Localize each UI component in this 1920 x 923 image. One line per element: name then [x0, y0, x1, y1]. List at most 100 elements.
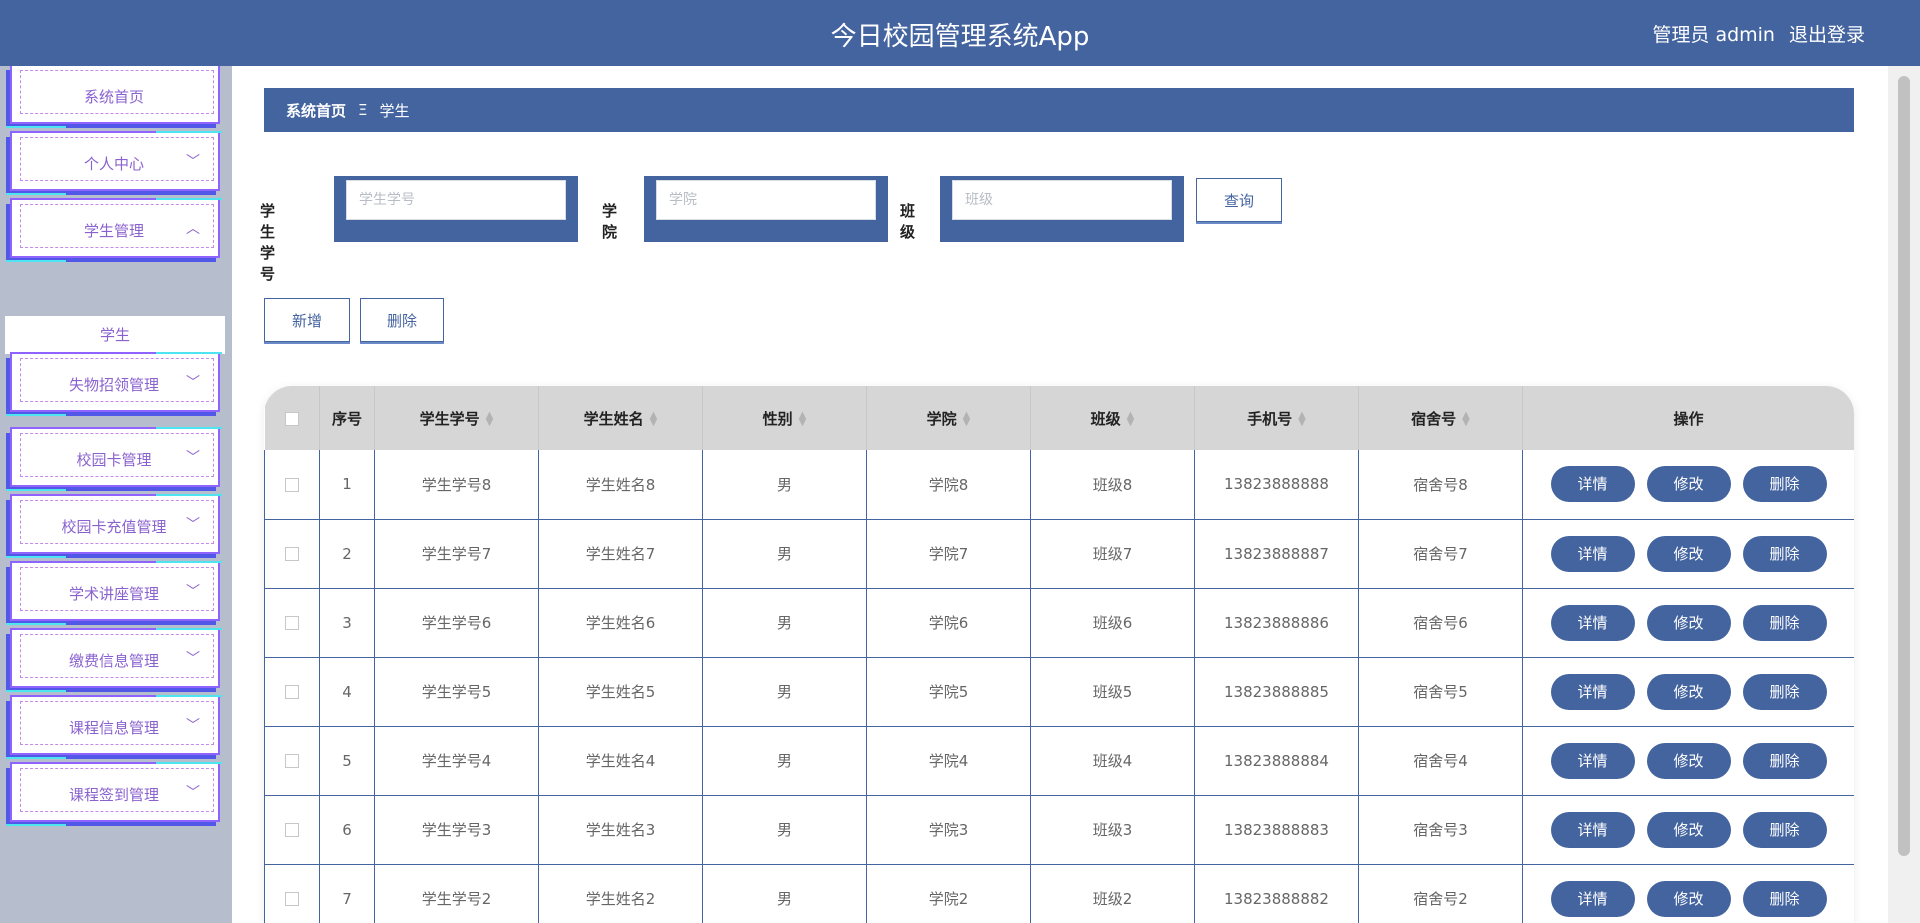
- sidebar-item-6[interactable]: 学术讲座管理 ﹀: [6, 561, 222, 627]
- delete-button[interactable]: 删除: [1742, 466, 1827, 503]
- sidebar-item-5[interactable]: 校园卡充值管理 ﹀: [6, 494, 222, 560]
- table-cell: 宿舍号2: [1358, 864, 1523, 923]
- sidebar: 学生 系统首页个人中心 ﹀ 学生管理 ︿ 失物招领管理 ﹀ 校园卡管理 ﹀ 校园卡充值管理 ﹀ 学术…: [0, 66, 232, 923]
- col-header-dorm[interactable]: 宿舍号 ▲ ▼: [1358, 386, 1523, 450]
- logout-link[interactable]: 退出登录: [1789, 20, 1865, 47]
- edit-button[interactable]: 修改: [1646, 466, 1731, 503]
- query-button[interactable]: 查询: [1196, 178, 1282, 222]
- sort-icon[interactable]: ▲ ▼: [650, 411, 658, 428]
- edit-button[interactable]: 修改: [1646, 535, 1731, 572]
- sort-icon[interactable]: ▲ ▼: [963, 411, 971, 428]
- row-select-cell: [264, 657, 320, 726]
- class-box: [940, 176, 1184, 242]
- row-checkbox[interactable]: [285, 823, 299, 837]
- row-select-cell: [264, 519, 320, 588]
- add-button[interactable]: 新增: [264, 298, 350, 342]
- table-row: 3 学生学号6 学生姓名6 男学院6 班级6 13823888886 宿舍号6 详情 修改 删除: [264, 588, 1854, 657]
- row-checkbox[interactable]: [285, 547, 299, 561]
- edit-button[interactable]: 修改: [1646, 604, 1731, 641]
- detail-button[interactable]: 详情: [1550, 880, 1635, 917]
- detail-button[interactable]: 详情: [1550, 742, 1635, 779]
- detail-button[interactable]: 详情: [1550, 535, 1635, 572]
- batch-delete-button[interactable]: 删除: [360, 298, 444, 342]
- sidebar-item-0[interactable]: 系统首页: [6, 66, 222, 130]
- student-id-input[interactable]: [346, 180, 566, 220]
- row-actions: 详情 修改 删除: [1522, 450, 1854, 519]
- sidebar-item-label: 系统首页: [83, 88, 144, 106]
- menu-decor-line: [6, 623, 66, 625]
- col-header-phone[interactable]: 手机号 ▲ ▼: [1194, 386, 1359, 450]
- admin-user-label[interactable]: 管理员 admin: [1652, 20, 1775, 47]
- row-select-cell: [264, 795, 320, 864]
- sidebar-item-4[interactable]: 校园卡管理 ﹀: [6, 427, 222, 493]
- table-cell: 学院4: [866, 726, 1031, 795]
- breadcrumb-separator-icon: Ξ: [358, 101, 368, 119]
- select-all-checkbox[interactable]: [284, 411, 299, 426]
- table-cell: 学生学号7: [374, 519, 539, 588]
- table-cell: 班级3: [1030, 795, 1195, 864]
- row-select-cell: [264, 864, 320, 923]
- row-select-cell: [264, 588, 320, 657]
- sidebar-subitem-student[interactable]: 学生: [5, 316, 225, 354]
- row-checkbox[interactable]: [285, 892, 299, 906]
- edit-button[interactable]: 修改: [1646, 880, 1731, 917]
- table-cell: 学院6: [866, 588, 1031, 657]
- sidebar-item-1[interactable]: 个人中心 ﹀: [6, 131, 222, 197]
- col-header-college[interactable]: 学院 ▲ ▼: [866, 386, 1031, 450]
- table-cell: 学生姓名8: [538, 450, 703, 519]
- menu-decor-line: [156, 352, 222, 354]
- col-header-class[interactable]: 班级 ▲ ▼: [1030, 386, 1195, 450]
- row-checkbox[interactable]: [285, 685, 299, 699]
- delete-button[interactable]: 删除: [1742, 535, 1827, 572]
- sort-icon[interactable]: ▲ ▼: [1462, 411, 1470, 428]
- table-row: 4 学生学号5 学生姓名5 男学院5 班级5 13823888885 宿舍号5 详情 修改 删除: [264, 657, 1854, 726]
- row-checkbox[interactable]: [285, 754, 299, 768]
- scrollbar-thumb[interactable]: [1898, 76, 1910, 856]
- edit-button[interactable]: 修改: [1646, 811, 1731, 848]
- detail-button[interactable]: 详情: [1550, 673, 1635, 710]
- detail-button[interactable]: 详情: [1550, 604, 1635, 641]
- delete-button[interactable]: 删除: [1742, 604, 1827, 641]
- class-input[interactable]: [952, 180, 1172, 220]
- col-header-student-id[interactable]: 学生学号 ▲ ▼: [374, 386, 539, 450]
- sort-icon[interactable]: ▲ ▼: [1127, 411, 1135, 428]
- sidebar-item-8[interactable]: 课程信息管理 ﹀: [6, 695, 222, 761]
- delete-button[interactable]: 删除: [1742, 880, 1827, 917]
- chevron-icon: ﹀: [186, 584, 200, 600]
- sort-icon[interactable]: ▲ ▼: [1298, 411, 1306, 428]
- student-id-label: 学生学号: [260, 202, 276, 283]
- chevron-icon: ﹀: [186, 651, 200, 667]
- top-bar: 今日校园管理系统App 管理员 admin 退出登录: [0, 0, 1920, 66]
- edit-button[interactable]: 修改: [1646, 673, 1731, 710]
- table-cell: 男: [702, 657, 867, 726]
- table-cell: 13823888886: [1194, 588, 1359, 657]
- row-checkbox[interactable]: [285, 616, 299, 630]
- chevron-icon: ﹀: [186, 517, 200, 533]
- detail-button[interactable]: 详情: [1550, 466, 1635, 503]
- sort-icon[interactable]: ▲ ▼: [486, 411, 494, 428]
- col-header-gender[interactable]: 性别 ▲ ▼: [702, 386, 867, 450]
- sort-icon[interactable]: ▲ ▼: [799, 411, 807, 428]
- chevron-icon: ﹀: [186, 785, 200, 801]
- sidebar-item-7[interactable]: 缴费信息管理 ﹀: [6, 628, 222, 694]
- edit-button[interactable]: 修改: [1646, 742, 1731, 779]
- college-input[interactable]: [656, 180, 876, 220]
- delete-button[interactable]: 删除: [1742, 811, 1827, 848]
- table-cell: 班级4: [1030, 726, 1195, 795]
- delete-button[interactable]: 删除: [1742, 673, 1827, 710]
- table-cell: 3: [319, 588, 375, 657]
- col-header-student-name[interactable]: 学生姓名 ▲ ▼: [538, 386, 703, 450]
- breadcrumb-home[interactable]: 系统首页: [286, 100, 346, 121]
- table-row: 2 学生学号7 学生姓名7 男学院7 班级7 13823888887 宿舍号7 详情 修改 删除: [264, 519, 1854, 588]
- table-cell: 学生学号4: [374, 726, 539, 795]
- student-id-box: [334, 176, 578, 242]
- delete-button[interactable]: 删除: [1742, 742, 1827, 779]
- sidebar-item-9[interactable]: 课程签到管理 ﹀: [6, 762, 222, 828]
- detail-button[interactable]: 详情: [1550, 811, 1635, 848]
- sidebar-item-3[interactable]: 失物招领管理 ﹀: [6, 352, 222, 418]
- row-checkbox[interactable]: [285, 477, 299, 492]
- menu-decor-line: [6, 556, 66, 558]
- sidebar-item-2[interactable]: 学生管理 ︿: [6, 198, 222, 264]
- table-cell: 男: [702, 864, 867, 923]
- page-scrollbar[interactable]: [1888, 66, 1920, 923]
